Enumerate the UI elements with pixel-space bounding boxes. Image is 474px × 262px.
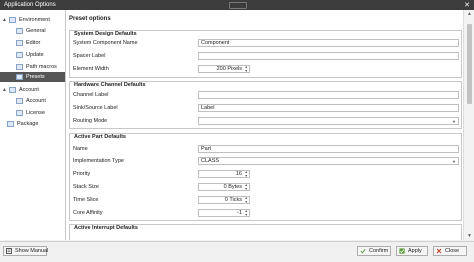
- core-affinity-stepper[interactable]: -1 ▲ ▼: [198, 209, 250, 217]
- title-bar: Application Options ✕: [0, 0, 474, 10]
- close-button[interactable]: Close: [433, 246, 467, 256]
- sidebar-item-label: General: [26, 28, 46, 34]
- stack-size-stepper[interactable]: 0 Bytes ▲ ▼: [198, 183, 250, 191]
- vertical-scrollbar[interactable]: ▲ ▼: [463, 10, 474, 240]
- path-macros-icon: [16, 64, 23, 70]
- element-width-value: 200 Pixels: [216, 66, 242, 72]
- confirm-label: Confirm: [369, 248, 389, 254]
- close-label: Close: [445, 248, 460, 254]
- check-icon: [360, 248, 366, 254]
- element-width-label: Element Width: [73, 66, 109, 72]
- component-name-input[interactable]: Component: [198, 39, 459, 47]
- priority-value: 16: [235, 171, 242, 177]
- part-name-input[interactable]: Part: [198, 145, 459, 153]
- license-icon: [16, 110, 23, 116]
- user-icon: [16, 98, 23, 104]
- channel-label-input[interactable]: [198, 91, 459, 99]
- stack-size-label: Stack Size: [73, 184, 99, 190]
- sidebar-item-editor[interactable]: Editor: [0, 39, 65, 48]
- confirm-button[interactable]: Confirm: [357, 246, 391, 256]
- sink-source-label-label: Sink/Source Label: [73, 105, 118, 111]
- sidebar-item-label: Path macros: [26, 64, 57, 70]
- show-manual-label: Show Manual: [15, 248, 49, 254]
- priority-stepper[interactable]: 16 ▲ ▼: [198, 170, 250, 178]
- sidebar-item-presets[interactable]: Presets: [0, 72, 65, 82]
- time-slice-stepper[interactable]: 0 Ticks ▲ ▼: [198, 196, 250, 204]
- sidebar-item-general[interactable]: General: [0, 27, 65, 36]
- editor-icon: [16, 40, 23, 46]
- group-active-interrupt: Active Interrupt Defaults: [69, 224, 462, 240]
- priority-label: Priority: [73, 171, 91, 177]
- routing-mode-select[interactable]: ▼: [198, 117, 459, 125]
- sidebar-item-package[interactable]: Package: [0, 120, 65, 129]
- scrollbar-thumb[interactable]: [467, 24, 472, 104]
- element-width-stepper[interactable]: 200 Pixels ▲ ▼: [198, 65, 250, 73]
- collapse-arrow-icon[interactable]: ▲: [2, 86, 8, 95]
- implementation-type-select[interactable]: CLASS ▼: [198, 157, 459, 165]
- sidebar-item-label: Editor: [26, 40, 41, 46]
- group-title: Active Interrupt Defaults: [73, 225, 139, 231]
- sidebar-item-label: Account: [19, 87, 39, 93]
- spacer-label-input[interactable]: [198, 52, 459, 60]
- stack-size-value: 0 Bytes: [223, 184, 242, 190]
- sidebar-item-label: Presets: [26, 74, 45, 80]
- sidebar-item-label: Account: [26, 98, 46, 104]
- presets-icon: [16, 74, 23, 80]
- spinner-arrows-icon[interactable]: ▲ ▼: [245, 65, 248, 73]
- sidebar-item-account[interactable]: Account: [0, 97, 65, 106]
- time-slice-label: Time Slice: [73, 197, 99, 203]
- drag-handle[interactable]: [229, 2, 247, 9]
- scroll-up-icon[interactable]: ▲: [467, 11, 472, 17]
- manual-icon: [6, 248, 12, 254]
- group-title: Active Part Defaults: [73, 134, 127, 140]
- sidebar-item-update[interactable]: Update: [0, 51, 65, 60]
- close-icon[interactable]: ✕: [464, 1, 470, 9]
- scroll-down-icon[interactable]: ▼: [467, 233, 472, 239]
- show-manual-button[interactable]: Show Manual: [3, 246, 49, 256]
- collapse-arrow-icon[interactable]: ▲: [2, 16, 8, 25]
- update-icon: [16, 52, 23, 58]
- chevron-down-icon[interactable]: ▼: [452, 158, 456, 165]
- core-affinity-label: Core Affinity: [73, 210, 103, 216]
- spinner-arrows-icon[interactable]: ▲ ▼: [245, 209, 248, 217]
- group-title: System Design Defaults: [73, 31, 138, 37]
- routing-mode-label: Routing Mode: [73, 118, 108, 124]
- component-name-label: System Component Name: [73, 40, 138, 46]
- part-name-label: Name: [73, 146, 88, 152]
- spinner-arrows-icon[interactable]: ▲ ▼: [245, 183, 248, 191]
- apply-button[interactable]: Apply: [396, 246, 428, 256]
- spacer-label-label: Spacer Label: [73, 53, 106, 59]
- group-title: Hardware Channel Defaults: [73, 82, 147, 88]
- time-slice-value: 0 Ticks: [224, 197, 242, 203]
- sidebar: ▲ Environment General Editor Update Path…: [0, 10, 66, 240]
- cancel-icon: [436, 248, 442, 254]
- spinner-arrows-icon[interactable]: ▲ ▼: [245, 196, 248, 204]
- sidebar-item-label: License: [26, 110, 45, 116]
- sidebar-item-label: Package: [17, 121, 39, 127]
- implementation-type-label: Implementation Type: [73, 158, 124, 164]
- core-affinity-value: -1: [237, 210, 242, 216]
- sidebar-item-path-macros[interactable]: Path macros: [0, 63, 65, 72]
- account-icon: [9, 87, 16, 93]
- implementation-type-value: CLASS: [201, 158, 220, 164]
- sidebar-item-label: Environment: [19, 17, 50, 23]
- spinner-arrows-icon[interactable]: ▲ ▼: [245, 170, 248, 178]
- general-icon: [16, 28, 23, 34]
- apply-check-icon: [399, 248, 405, 254]
- sink-source-label-input[interactable]: Label: [198, 104, 459, 112]
- sidebar-item-label: Update: [26, 52, 44, 58]
- apply-label: Apply: [408, 248, 422, 254]
- folder-icon: [9, 17, 16, 23]
- package-icon: [7, 121, 14, 127]
- footer-bar: Show Manual Confirm Apply Close: [0, 241, 474, 262]
- channel-label-label: Channel Label: [73, 92, 109, 98]
- sidebar-item-license[interactable]: License: [0, 109, 65, 118]
- sidebar-item-environment[interactable]: ▲ Environment: [2, 16, 64, 25]
- sidebar-item-account-group[interactable]: ▲ Account: [2, 86, 64, 95]
- window-title: Application Options: [4, 2, 56, 8]
- page-title: Preset options: [69, 16, 111, 22]
- chevron-down-icon[interactable]: ▼: [452, 118, 456, 125]
